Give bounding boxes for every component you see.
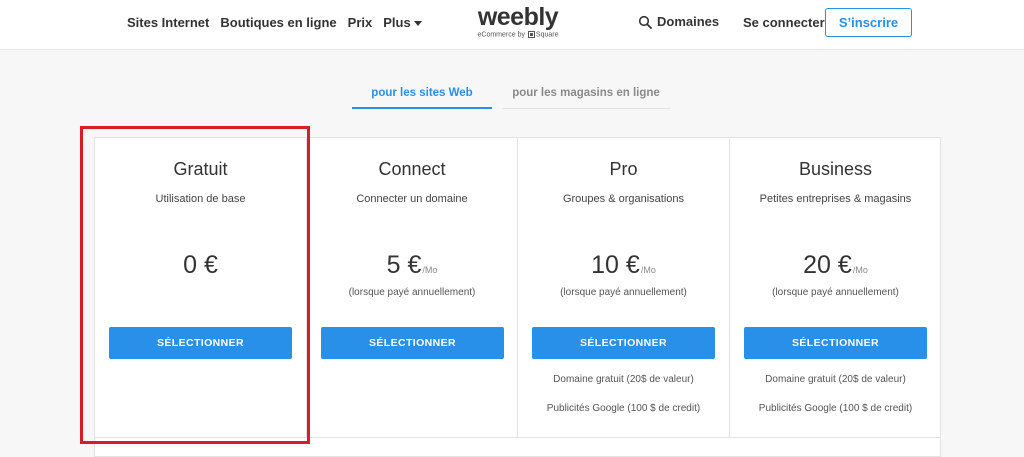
- plan-feature-domain: Domaine gratuit (20$ de valeur): [765, 374, 906, 385]
- plan-name: Business: [798, 159, 873, 179]
- logo-tagline: eCommerce by Square: [470, 31, 566, 39]
- price-period: /Mo: [852, 265, 868, 275]
- logo-wordmark: weebly: [477, 3, 559, 31]
- tab-websites[interactable]: pour les sites Web: [352, 87, 492, 109]
- tab-online-stores[interactable]: pour les magasins en ligne: [502, 87, 670, 109]
- select-plan-button[interactable]: SÉLECTIONNER: [744, 327, 927, 359]
- billing-note: (lorsque payé annuellement): [348, 287, 476, 298]
- plan-name: Pro: [609, 159, 638, 179]
- plan-price: 20 €/Mo: [730, 251, 941, 280]
- plan-card-business: Business Petites entreprises & magasins …: [729, 138, 941, 438]
- weebly-logo[interactable]: weebly eCommerce by Square: [470, 3, 566, 39]
- price-value: 10 €: [591, 251, 640, 279]
- price-period: /Mo: [640, 265, 656, 275]
- nav-link-more[interactable]: Plus: [383, 15, 422, 30]
- price-value: 5 €: [386, 251, 422, 279]
- select-plan-button[interactable]: SÉLECTIONNER: [321, 327, 504, 359]
- plan-price: 10 €/Mo: [518, 251, 729, 280]
- square-logo-icon: [527, 31, 535, 38]
- billing-note: (lorsque payé annuellement): [560, 287, 687, 298]
- plan-type-tabs: pour les sites Web pour les magasins en …: [352, 87, 670, 109]
- nav-link-stores[interactable]: Boutiques en ligne: [220, 15, 336, 30]
- billing-note: (lorsque payé annuellement): [772, 287, 899, 298]
- nav-link-domains[interactable]: Domaines: [638, 14, 719, 29]
- site-header: Sites Internet Boutiques en ligne Prix P…: [0, 0, 1024, 50]
- logo-tagline-brand: Square: [535, 31, 559, 39]
- nav-link-pricing[interactable]: Prix: [348, 15, 373, 30]
- highlight-box: [80, 126, 310, 444]
- plan-price: 5 €/Mo: [307, 251, 517, 280]
- price-value: 20 €: [803, 251, 852, 279]
- nav-domains-label: Domaines: [657, 14, 720, 29]
- plan-description: Petites entreprises & magasins: [759, 193, 912, 205]
- plan-feature-google-ads: Publicités Google (100 $ de credit): [546, 403, 701, 414]
- select-plan-button[interactable]: SÉLECTIONNER: [532, 327, 715, 359]
- plan-feature-domain: Domaine gratuit (20$ de valeur): [553, 374, 694, 385]
- nav-more-label: Plus: [383, 15, 411, 30]
- price-period: /Mo: [422, 265, 438, 275]
- main-nav: Sites Internet Boutiques en ligne Prix P…: [127, 15, 433, 30]
- plan-description: Connecter un domaine: [356, 193, 468, 205]
- plan-card-pro: Pro Groupes & organisations 10 €/Mo (lor…: [517, 138, 729, 438]
- plan-card-connect: Connect Connecter un domaine 5 €/Mo (lor…: [306, 138, 517, 438]
- logo-tagline-prefix: eCommerce by: [477, 31, 525, 39]
- plan-description: Groupes & organisations: [562, 193, 685, 205]
- signup-button[interactable]: S’inscrire: [825, 8, 912, 37]
- nav-link-sites[interactable]: Sites Internet: [127, 15, 209, 30]
- search-icon: [638, 15, 652, 29]
- plan-name: Connect: [378, 159, 446, 179]
- login-link[interactable]: Se connecter: [743, 15, 825, 30]
- chevron-down-icon: [413, 21, 422, 27]
- plan-feature-google-ads: Publicités Google (100 $ de credit): [758, 403, 913, 414]
